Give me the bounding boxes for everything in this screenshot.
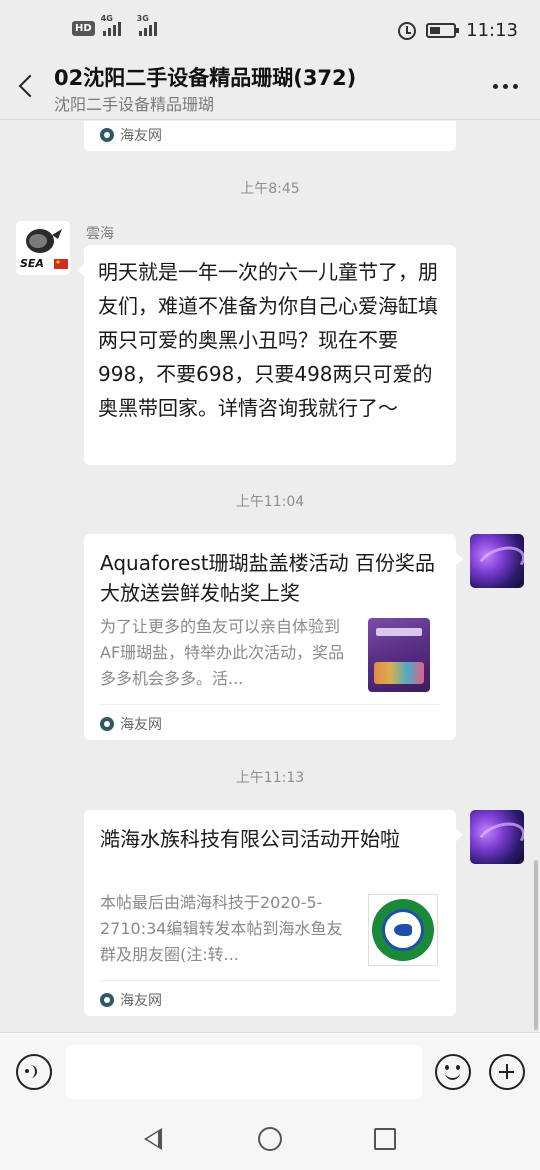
- avatar-text: SEA: [20, 257, 44, 270]
- timestamp: 上午8:45: [240, 181, 300, 197]
- chat-title: 02沈阳二手设备精品珊瑚(372): [54, 66, 357, 90]
- scrollbar[interactable]: [534, 860, 538, 1030]
- battery-icon: [426, 23, 460, 38]
- text-message[interactable]: 明天就是一年一次的六一儿童节了，朋友们，难道不准备为你自己心爱海缸填两只可爱的奥…: [77, 245, 456, 465]
- sim2-network-label: 3G: [136, 14, 149, 23]
- alarm-icon: [398, 21, 417, 40]
- card-title: Aquaforest珊瑚盐盖楼活动 百份奖品大放送尝鲜发帖奖上奖: [100, 551, 435, 605]
- signal-indicators: HD 4G 3G: [72, 14, 157, 36]
- card-description: 为了让更多的鱼友可以亲自体验到AF珊瑚盐，特举办此次活动，奖品多多机会多多。活.…: [100, 617, 345, 688]
- card-title: 澔海水族科技有限公司活动开始啦: [100, 827, 400, 851]
- source-logo-icon: [100, 717, 114, 731]
- voice-input-icon[interactable]: [16, 1054, 52, 1090]
- message-input[interactable]: [66, 1045, 422, 1099]
- card-source: 海友网: [100, 990, 162, 1010]
- avatar[interactable]: SEA: [16, 221, 70, 275]
- card-description: 本帖最后由澔海科技于2020-5-2710:34编辑转发本帖到海水鱼友群及朋友圈…: [100, 893, 343, 964]
- sender-name: 雲海: [86, 226, 114, 242]
- source-logo-icon: [100, 128, 114, 142]
- chat-subtitle: 沈阳二手设备精品珊瑚: [54, 95, 215, 114]
- card-source: 海友网: [100, 714, 162, 734]
- nav-home-icon[interactable]: [258, 1127, 282, 1151]
- sim1-network-label: 4G: [100, 14, 113, 23]
- system-navigation-bar: [0, 1110, 540, 1170]
- back-icon[interactable]: [14, 72, 40, 102]
- link-card[interactable]: Aquaforest珊瑚盐盖楼活动 百份奖品大放送尝鲜发帖奖上奖 为了让更多的鱼…: [84, 534, 463, 740]
- message-list[interactable]: 海友网 上午8:45 SEA 雲海 明天就是一年一次的六一儿童节了，朋友们，难道…: [0, 121, 540, 1032]
- nav-recents-icon[interactable]: [374, 1128, 396, 1150]
- card-thumbnail: [368, 618, 430, 692]
- input-bar: [0, 1032, 540, 1110]
- source-logo-icon: [100, 993, 114, 1007]
- signal-icon: 3G: [137, 14, 157, 36]
- timestamp: 上午11:13: [235, 770, 305, 786]
- add-more-icon[interactable]: [489, 1054, 525, 1090]
- clock: 11:13: [466, 20, 518, 41]
- signal-icon: 4G: [101, 14, 121, 36]
- my-avatar[interactable]: [470, 534, 524, 588]
- message-text: 明天就是一年一次的六一儿童节了，朋友们，难道不准备为你自己心爱海缸填两只可爱的奥…: [98, 260, 438, 420]
- status-right: 11:13: [398, 20, 518, 41]
- card-source-label: 海友网: [120, 993, 162, 1009]
- card-source-label: 海友网: [120, 717, 162, 733]
- card-thumbnail: [368, 894, 438, 966]
- my-avatar[interactable]: [470, 810, 524, 864]
- card-source: 海友网: [100, 125, 162, 145]
- company-logo-icon: [372, 899, 434, 961]
- link-card[interactable]: 澔海水族科技有限公司活动开始啦 本帖最后由澔海科技于2020-5-2710:34…: [84, 810, 463, 1016]
- card-source-label: 海友网: [120, 128, 162, 144]
- timestamp: 上午11:04: [235, 494, 305, 510]
- nav-back-icon[interactable]: [144, 1128, 162, 1150]
- chat-header: 02沈阳二手设备精品珊瑚(372) 沈阳二手设备精品珊瑚: [0, 54, 540, 120]
- link-card-partial[interactable]: 海友网: [84, 121, 456, 151]
- emoji-icon[interactable]: [435, 1054, 471, 1090]
- hd-badge: HD: [72, 20, 95, 36]
- more-icon[interactable]: [493, 84, 518, 89]
